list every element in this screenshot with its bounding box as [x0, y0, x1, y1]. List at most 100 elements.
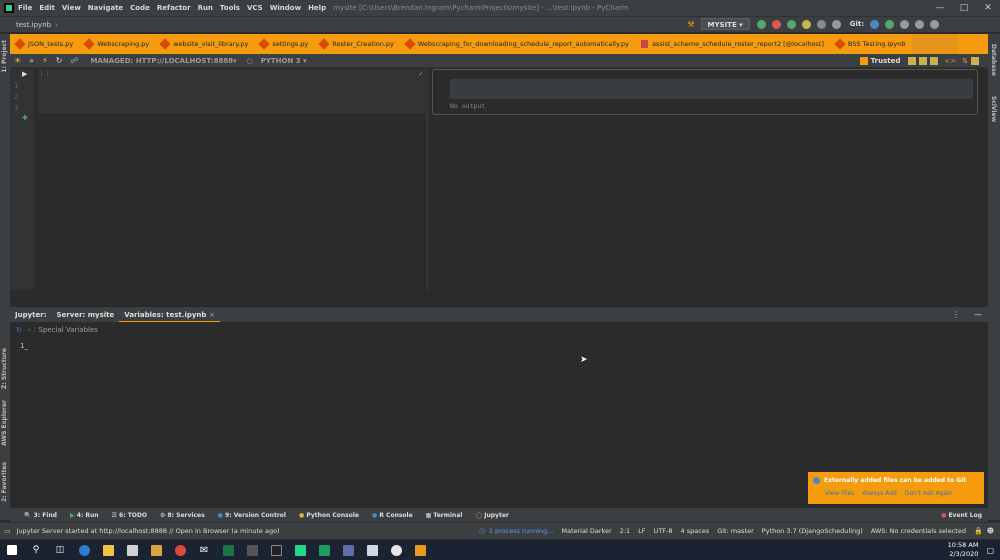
dont-ask-again-link[interactable]: Don't Ask Again: [905, 490, 953, 497]
run-icon[interactable]: [756, 19, 766, 29]
tab-test-ipynb-active[interactable]: [911, 34, 958, 54]
python-interpreter[interactable]: Python 3.7 (DjangoScheduling): [762, 527, 863, 535]
run-cell-gutter-icon[interactable]: ▶: [22, 70, 27, 78]
excel-icon[interactable]: [217, 542, 239, 558]
search-icon[interactable]: ⚲: [25, 542, 47, 558]
code-icon[interactable]: <>: [944, 57, 956, 65]
tab-server-mysite[interactable]: Server: mysite: [52, 307, 120, 323]
tab-assist-scheme-report[interactable]: assist_scheme_schedule_roster_report2 [@…: [635, 34, 830, 54]
settings-icon[interactable]: [930, 19, 939, 29]
restart-kernel-icon[interactable]: ↻: [56, 56, 63, 65]
split-view-icon[interactable]: [919, 56, 928, 65]
layout-icon[interactable]: [971, 56, 979, 65]
database-tool-button[interactable]: Database: [990, 44, 997, 76]
refresh-icon[interactable]: ↻: [16, 326, 22, 334]
hide-panel-icon[interactable]: —: [974, 310, 982, 319]
close-tab-icon[interactable]: ×: [209, 311, 215, 319]
r-console-tool-button[interactable]: ● R Console: [372, 512, 413, 519]
close-icon[interactable]: ✕: [976, 3, 1000, 13]
run-tool-button[interactable]: ▶ 4: Run: [70, 512, 99, 519]
reload-icon[interactable]: ☍: [70, 56, 78, 65]
debug-icon[interactable]: [771, 19, 781, 29]
aws-explorer-tool-button[interactable]: AWS Explorer: [1, 400, 8, 446]
profile-icon[interactable]: [801, 19, 811, 29]
trusted-checkbox[interactable]: [859, 56, 868, 65]
stop-icon[interactable]: [816, 19, 826, 29]
expand-arrow-icon[interactable]: ›: [28, 326, 31, 334]
hammer-icon[interactable]: ⚒: [687, 20, 694, 29]
status-toggle-icon[interactable]: ▭: [4, 527, 11, 535]
favorites-tool-button[interactable]: 2: Favorites: [1, 462, 8, 502]
git-revert-icon[interactable]: [915, 19, 924, 29]
tab-settings[interactable]: settings.py: [254, 34, 314, 54]
menu-edit[interactable]: Edit: [39, 4, 55, 12]
menu-tools[interactable]: Tools: [220, 4, 240, 12]
git-update-icon[interactable]: [870, 19, 879, 29]
tab-webscraping-download[interactable]: Webscraping_for_downloading_schedule_rep…: [400, 34, 635, 54]
tab-variables-test[interactable]: Variables: test.ipynb ×: [119, 307, 220, 323]
file-explorer-icon[interactable]: [97, 542, 119, 558]
version-control-tool-button[interactable]: ● 9: Version Control: [218, 512, 286, 519]
git-branch[interactable]: Git: master: [717, 527, 754, 535]
sciview-tool-button[interactable]: SciView: [990, 96, 997, 122]
preview-only-icon[interactable]: [930, 56, 939, 65]
clock-app-icon[interactable]: [385, 542, 407, 558]
minimize-icon[interactable]: —: [928, 3, 952, 13]
menu-refactor[interactable]: Refactor: [157, 4, 191, 12]
console-prompt[interactable]: 1_: [20, 342, 28, 350]
structure-tool-button[interactable]: Z: Structure: [1, 348, 8, 389]
scroll-sync-icon[interactable]: ⇅: [962, 57, 968, 65]
pycharm-ce-app-icon[interactable]: [313, 542, 335, 558]
tab-website-visit-library[interactable]: website_visit_library.py: [155, 34, 254, 54]
inspector-icon[interactable]: ☻: [987, 527, 994, 535]
editor-only-icon[interactable]: [908, 56, 917, 65]
split-divider[interactable]: [426, 69, 429, 290]
maximize-icon[interactable]: □: [952, 3, 976, 13]
git-history-icon[interactable]: [900, 19, 909, 29]
git-commit-icon[interactable]: [885, 19, 894, 29]
notification-center-icon[interactable]: ▢: [986, 546, 994, 555]
theme-indicator[interactable]: Material Darker: [561, 527, 611, 535]
menu-file[interactable]: File: [18, 4, 32, 12]
store-icon[interactable]: [121, 542, 143, 558]
run-configuration-select[interactable]: MYSITE ▾: [700, 18, 750, 30]
notepad-app-icon[interactable]: [361, 542, 383, 558]
coverage-icon[interactable]: [786, 19, 796, 29]
kernel-url-select[interactable]: MANAGED: HTTP://LOCALHOST:8888▾: [91, 57, 237, 65]
menu-view[interactable]: View: [62, 4, 81, 12]
mail-icon[interactable]: ✉: [193, 542, 215, 558]
python-version-select[interactable]: PYTHON 3 ▾: [261, 57, 307, 65]
task-view-icon[interactable]: ◫: [49, 542, 71, 558]
terminal-app-icon[interactable]: [265, 542, 287, 558]
python-console-tool-button[interactable]: ● Python Console: [299, 512, 359, 519]
process-running-link[interactable]: 1 process running...: [489, 527, 554, 535]
add-cell-icon[interactable]: ✚: [22, 114, 28, 122]
menu-help[interactable]: Help: [308, 4, 326, 12]
windows-start-icon[interactable]: [1, 542, 23, 558]
event-log-button[interactable]: ● Event Log: [941, 512, 982, 519]
tab-bss-testing[interactable]: BSS Testing.ipynb: [830, 34, 912, 54]
indent-setting[interactable]: 4 spaces: [681, 527, 710, 535]
todo-tool-button[interactable]: ☰ 6: TODO: [112, 512, 147, 519]
terminal-tool-button[interactable]: ▦ Terminal: [426, 512, 463, 519]
file-encoding[interactable]: UTF-8: [654, 527, 673, 535]
status-message[interactable]: Jupyter Server started at http://localho…: [17, 527, 280, 535]
menu-window[interactable]: Window: [270, 4, 301, 12]
find-tool-button[interactable]: 🔍 3: Find: [24, 512, 57, 519]
services-tool-button[interactable]: ⚙ 8: Services: [160, 512, 205, 519]
menu-vcs[interactable]: VCS: [247, 4, 263, 12]
menu-navigate[interactable]: Navigate: [88, 4, 123, 12]
calculator-icon[interactable]: [241, 542, 263, 558]
pycharm-app-icon[interactable]: [289, 542, 311, 558]
special-variables-item[interactable]: Special Variables: [39, 326, 98, 334]
tab-roster-creation[interactable]: Roster_Creation.py: [314, 34, 400, 54]
more-options-icon[interactable]: ⋮: [952, 310, 960, 319]
people-icon[interactable]: [145, 542, 167, 558]
menu-code[interactable]: Code: [130, 4, 150, 12]
breadcrumb-file[interactable]: test.ipynb: [16, 21, 51, 29]
chrome-icon[interactable]: [169, 542, 191, 558]
search-everywhere-icon[interactable]: [831, 19, 841, 29]
jupyter-tool-button[interactable]: ◯ Jupyter: [475, 512, 508, 519]
ssms-app-icon[interactable]: [337, 542, 359, 558]
project-tool-button[interactable]: 1: Project: [1, 40, 8, 73]
